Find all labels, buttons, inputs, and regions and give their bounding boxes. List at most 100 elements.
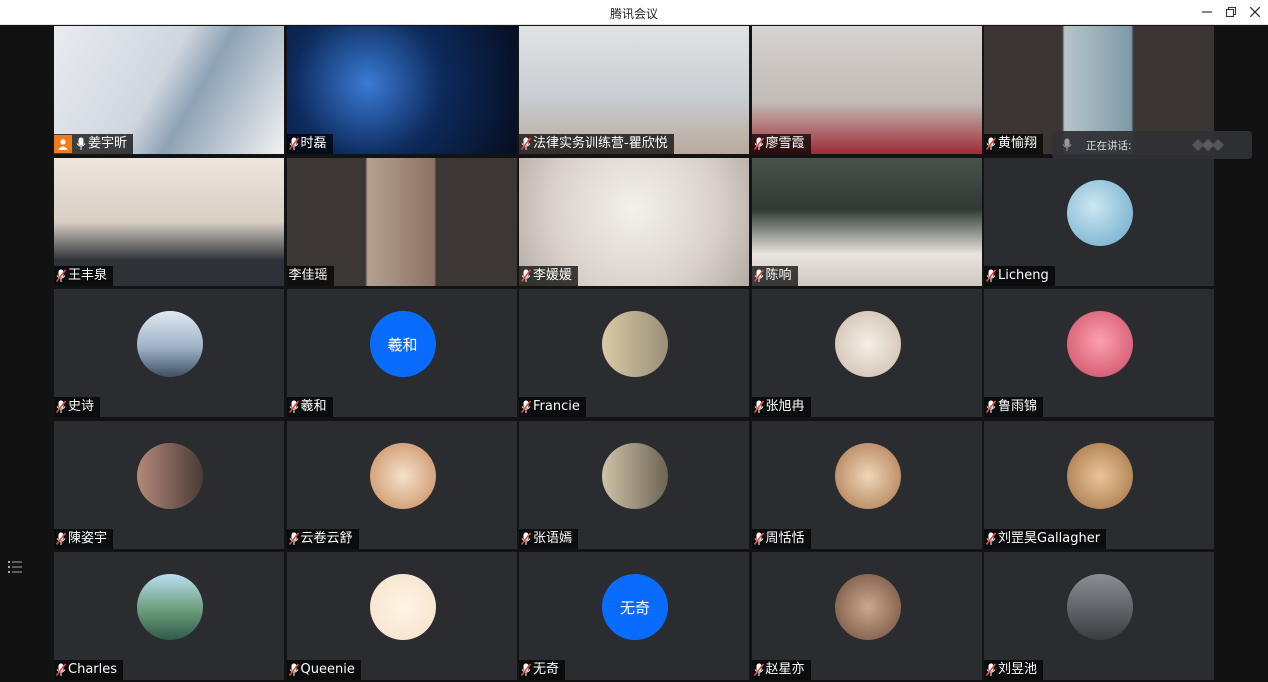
host-person-icon — [54, 134, 72, 153]
mic-muted-icon — [288, 400, 299, 413]
participant-avatar — [834, 442, 901, 509]
participant-tile[interactable]: 羲和 羲和 — [285, 288, 518, 418]
mic-muted-icon — [56, 400, 66, 413]
participant-name: 无奇 — [533, 662, 560, 677]
participant-name-tag: 时磊 — [286, 134, 333, 154]
participant-name-tag: 李佳瑶 — [286, 265, 334, 286]
mic-muted-icon — [521, 137, 531, 150]
participant-name: 姜宇昕 — [88, 136, 128, 151]
participant-avatar — [369, 574, 436, 640]
participant-avatar — [1067, 442, 1133, 509]
participant-name: 李佳瑶 — [288, 267, 328, 283]
participant-name: 鲁雨锦 — [998, 399, 1038, 414]
participant-tile[interactable]: 陳姿宇 — [53, 419, 285, 550]
participant-name-tag: 无奇 — [519, 660, 566, 680]
participant-name-tag: 陳姿宇 — [54, 528, 114, 549]
mic-muted-icon — [753, 663, 764, 676]
participant-name-tag: 廖雪霞 — [751, 134, 811, 154]
participant-avatar — [1067, 179, 1133, 246]
participant-name: Queenie — [300, 662, 355, 677]
close-button[interactable] — [1244, 3, 1266, 21]
participant-name-tag: 姜宇昕 — [54, 134, 134, 154]
close-icon — [1250, 7, 1260, 17]
sidebar-toggle-button[interactable] — [8, 559, 22, 573]
minimize-button[interactable] — [1196, 3, 1218, 21]
participant-name-tag: 周恬恬 — [751, 528, 811, 549]
participant-tile[interactable]: 张旭冉 — [750, 288, 983, 418]
participant-name-tag: 王丰泉 — [54, 265, 114, 286]
participant-name-tag: 羲和 — [286, 397, 333, 417]
participant-tile[interactable]: 陈响 — [750, 156, 983, 287]
participant-tile[interactable]: 刘罡昊Gallagher — [983, 419, 1215, 550]
participant-name-tag: 陈响 — [751, 265, 798, 286]
participant-name: Licheng — [998, 267, 1049, 283]
participant-name-tag: 史诗 — [54, 397, 101, 417]
participant-name: 刘昱池 — [998, 662, 1038, 677]
mic-muted-icon — [986, 532, 996, 545]
participant-tile[interactable]: 赵星亦 — [750, 551, 983, 681]
mic-muted-icon — [753, 532, 764, 545]
participant-tile[interactable]: 李佳瑶 — [285, 156, 518, 287]
participant-name-tag: 刘罡昊Gallagher — [984, 528, 1107, 549]
title-bar: 腾讯会议 — [0, 0, 1268, 25]
participant-name-tag: 李媛媛 — [519, 265, 579, 286]
participant-name-tag: 法律实务训练营-瞿欣悦 — [519, 134, 674, 154]
speaking-label: 正在讲话: — [1086, 139, 1132, 152]
participant-tile[interactable]: 姜宇昕 — [53, 25, 285, 155]
participant-name: 陳姿宇 — [68, 530, 108, 546]
mic-muted-icon — [753, 400, 764, 413]
participant-avatar — [834, 311, 901, 377]
participant-tile[interactable]: Queenie — [285, 551, 518, 681]
participant-name: Francie — [533, 399, 580, 414]
mic-muted-icon — [521, 532, 531, 545]
participant-name: 羲和 — [300, 399, 327, 414]
participant-name-tag: 赵星亦 — [751, 660, 811, 680]
participant-name: 张旭冉 — [765, 399, 805, 414]
participant-tile[interactable]: Licheng — [983, 156, 1215, 287]
participant-tile[interactable]: 王丰泉 — [53, 156, 285, 287]
mic-icon — [76, 137, 86, 150]
mic-muted-icon — [986, 400, 996, 413]
participant-tile[interactable]: 廖雪霞 — [750, 25, 983, 155]
speaker-blur-icon — [1191, 139, 1224, 151]
mic-muted-icon — [521, 269, 531, 282]
mic-muted-icon — [56, 663, 66, 676]
participant-avatar — [834, 574, 901, 640]
mic-muted-icon — [986, 269, 996, 282]
restore-icon — [1226, 7, 1236, 17]
participant-avatar: 无奇 — [602, 574, 668, 640]
participant-name-tag: 张语嫣 — [519, 528, 579, 549]
participant-tile[interactable]: 刘昱池 — [983, 551, 1215, 681]
participant-tile[interactable]: 法律实务训练营-瞿欣悦 — [518, 25, 750, 155]
participant-name: 王丰泉 — [68, 267, 108, 283]
participant-tile[interactable]: Charles — [53, 551, 285, 681]
participant-name: 刘罡昊Gallagher — [998, 530, 1101, 546]
participant-name-tag: 鲁雨锦 — [984, 397, 1044, 417]
participant-name-tag: 张旭冉 — [751, 397, 811, 417]
participant-tile[interactable]: 周恬恬 — [750, 419, 983, 550]
participant-name-tag: Francie — [519, 397, 586, 417]
participant-tile[interactable]: 史诗 — [53, 288, 285, 418]
participant-avatar — [602, 311, 668, 377]
participant-avatar — [137, 574, 203, 640]
participant-avatar — [602, 442, 668, 509]
participant-tile[interactable]: 无奇 无奇 — [518, 551, 750, 681]
participant-avatar — [1067, 311, 1133, 377]
mic-muted-icon — [521, 663, 531, 676]
mic-muted-icon — [521, 400, 531, 413]
list-menu-icon — [8, 561, 22, 573]
participant-tile[interactable]: 云卷云舒 — [285, 419, 518, 550]
participant-tile[interactable]: 李媛媛 — [518, 156, 750, 287]
participant-tile[interactable]: 时磊 — [285, 25, 518, 155]
participant-avatar: 羲和 — [369, 311, 436, 377]
restore-button[interactable] — [1220, 3, 1242, 21]
microphone-icon — [1062, 138, 1072, 151]
participant-tile[interactable]: Francie — [518, 288, 750, 418]
participant-name: 史诗 — [68, 399, 95, 414]
participant-tile[interactable]: 张语嫣 — [518, 419, 750, 550]
participant-name: 法律实务训练营-瞿欣悦 — [533, 136, 668, 151]
participant-tile[interactable]: 鲁雨锦 — [983, 288, 1215, 418]
participant-gallery: 姜宇昕 时磊 法律实务训练营-瞿欣悦 廖雪霞 黄愉翔 王丰泉 李佳瑶 李媛媛 陈响 Licheng… — [53, 25, 1215, 681]
participant-name: 周恬恬 — [765, 530, 805, 546]
participant-avatar — [1067, 574, 1133, 640]
